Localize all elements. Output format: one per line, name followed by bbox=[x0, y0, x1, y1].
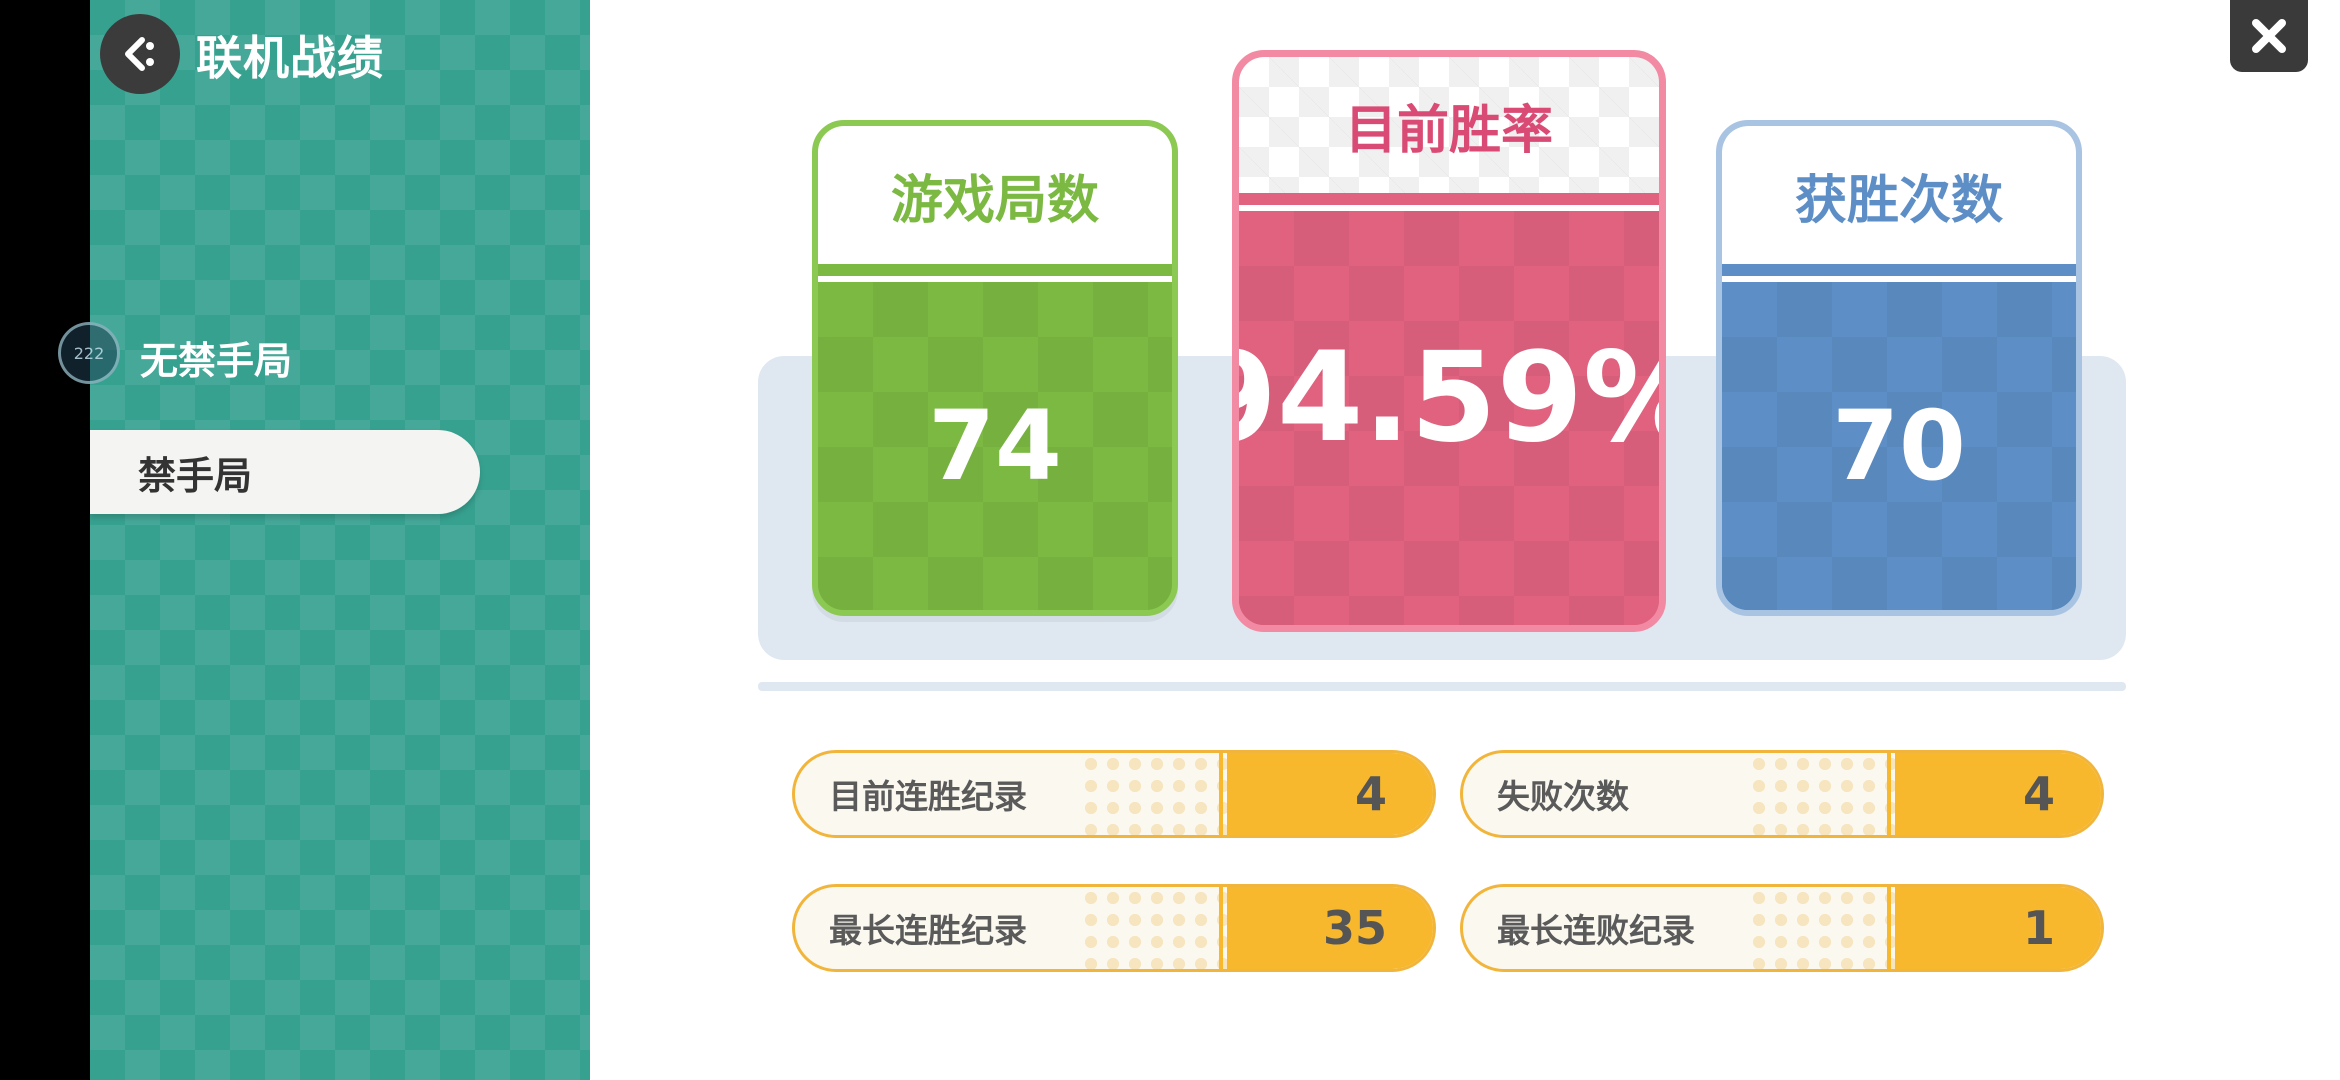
sidebar bbox=[90, 0, 590, 1080]
record-value: 1 bbox=[1901, 887, 2101, 969]
record-value: 4 bbox=[1233, 753, 1433, 835]
page-title: 联机战绩 bbox=[196, 31, 384, 85]
divider bbox=[758, 682, 2126, 691]
games-played-label: 游戏局数 bbox=[818, 126, 1172, 264]
wins-label: 获胜次数 bbox=[1722, 126, 2076, 264]
wins-value: 70 bbox=[1722, 282, 2076, 610]
mode-badge: 222 bbox=[58, 322, 120, 384]
win-rate-label: 目前胜率 bbox=[1239, 57, 1659, 193]
sidebar-item-no-forbidden[interactable]: 无禁手局 bbox=[140, 330, 292, 385]
back-arrow-icon bbox=[125, 37, 154, 71]
games-played-value: 74 bbox=[818, 282, 1172, 610]
back-button[interactable] bbox=[100, 14, 180, 94]
stats-screen: 联机战绩 222 无禁手局 禁手局 游戏局数 74 目前胜率 94.59% 获胜… bbox=[0, 0, 2340, 1080]
win-rate-card: 目前胜率 94.59% bbox=[1232, 50, 1666, 632]
sidebar-item-forbidden[interactable]: 禁手局 bbox=[90, 430, 480, 514]
wins-card: 获胜次数 70 bbox=[1716, 120, 2082, 616]
close-icon bbox=[2252, 19, 2286, 53]
record-label: 最长连败纪录 bbox=[1497, 911, 1695, 950]
longest-win-streak-record: 最长连胜纪录 35 bbox=[792, 884, 1436, 972]
screen-edge bbox=[0, 0, 90, 1080]
close-button[interactable] bbox=[2230, 0, 2308, 72]
record-label: 最长连胜纪录 bbox=[829, 911, 1027, 950]
record-value: 4 bbox=[1901, 753, 2101, 835]
record-value: 35 bbox=[1233, 887, 1433, 969]
games-played-card: 游戏局数 74 bbox=[812, 120, 1178, 616]
longest-loss-streak-record: 最长连败纪录 1 bbox=[1460, 884, 2104, 972]
record-label: 目前连胜纪录 bbox=[829, 777, 1027, 816]
win-rate-value: 94.59% bbox=[1239, 211, 1659, 625]
sidebar-item-label: 禁手局 bbox=[138, 453, 253, 498]
losses-record: 失败次数 4 bbox=[1460, 750, 2104, 838]
current-win-streak-record: 目前连胜纪录 4 bbox=[792, 750, 1436, 838]
record-label: 失败次数 bbox=[1497, 777, 1629, 816]
